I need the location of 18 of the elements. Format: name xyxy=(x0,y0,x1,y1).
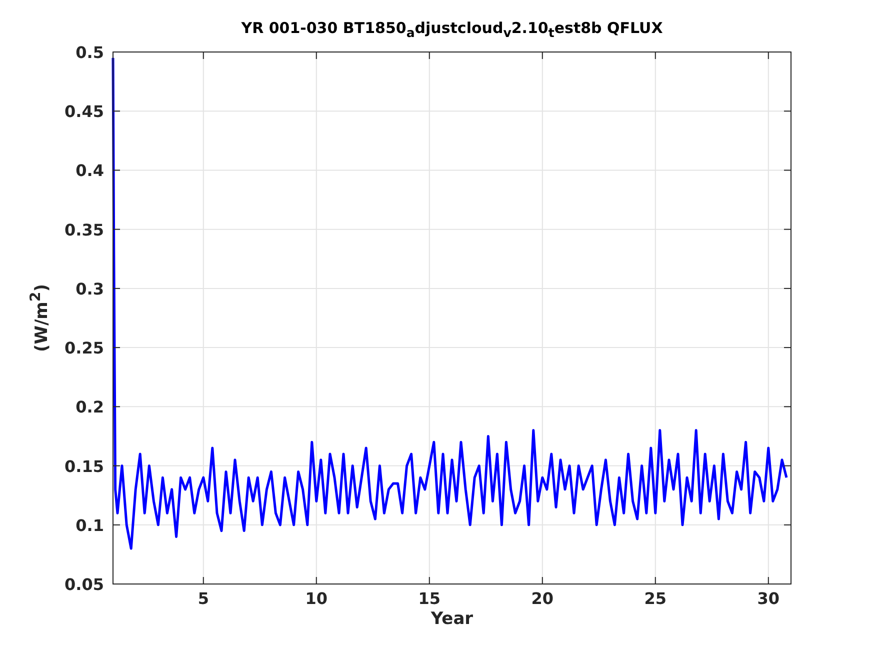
tick-label: 30 xyxy=(757,589,780,608)
tick-label: 0.1 xyxy=(76,516,104,535)
axis-label: Year xyxy=(430,609,474,629)
tick-label: 10 xyxy=(305,589,328,608)
tick-label: 0.3 xyxy=(76,279,104,298)
tick-label: 0.15 xyxy=(64,456,104,476)
tick-label: 0.25 xyxy=(64,338,104,358)
tick-label: 0.5 xyxy=(76,43,104,62)
tick-label: 20 xyxy=(531,589,554,608)
tick-label: 5 xyxy=(198,589,209,608)
tick-label: 25 xyxy=(644,589,667,608)
tick-label: 0.05 xyxy=(64,575,104,594)
tick-label: 0.45 xyxy=(64,102,104,122)
tick-label: 0.2 xyxy=(76,398,104,417)
chart-title: YR 001-030 BT1850$_{a}$djustcloud$_{v}$2.10$_{t}$est8b QFLUX xyxy=(241,19,663,37)
tick-label: 15 xyxy=(418,589,441,608)
tick-label: 0.35 xyxy=(64,220,104,240)
tick-label: 0.4 xyxy=(76,161,104,180)
